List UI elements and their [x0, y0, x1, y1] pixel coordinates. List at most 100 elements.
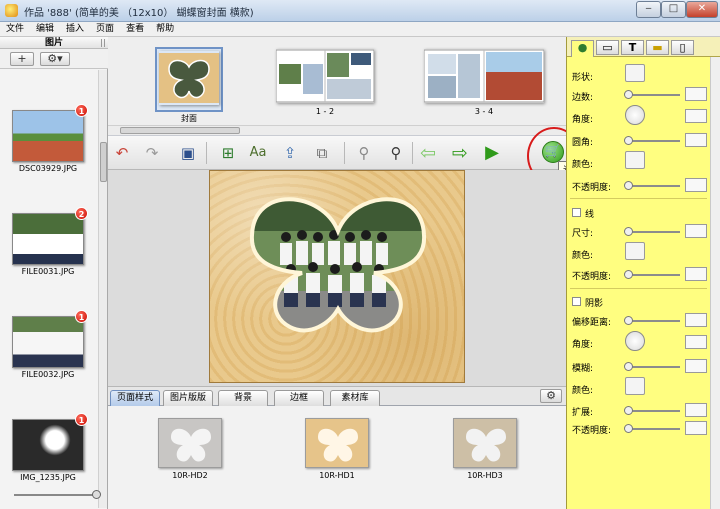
color-picker[interactable]	[625, 151, 645, 169]
shadow-checkbox[interactable]	[572, 297, 581, 306]
menu-page[interactable]: 页面	[90, 22, 120, 36]
add-text-icon[interactable]: Aa	[248, 143, 268, 163]
slider-knob[interactable]	[624, 270, 633, 279]
cover-thumbnail[interactable]	[159, 51, 219, 105]
shape-tab-icon[interactable]: ●	[571, 40, 594, 57]
template-thumbnail[interactable]	[305, 418, 369, 468]
close-button[interactable]: ✕	[686, 1, 718, 18]
zoom-out-icon[interactable]: ⚲	[354, 143, 374, 163]
tab-clipart[interactable]: 素材库	[330, 390, 380, 406]
spread-field[interactable]	[685, 403, 707, 417]
tab-background[interactable]: 背景	[218, 390, 268, 406]
slider-knob[interactable]	[92, 490, 101, 499]
save-icon[interactable]: ▣	[178, 143, 198, 163]
page-thumb-3-4[interactable]: 3 - 4	[423, 49, 545, 116]
photo-thumbnail[interactable]	[12, 213, 84, 265]
line-opacity-slider[interactable]	[624, 270, 680, 279]
tab-photo-layout[interactable]: 图片版版	[163, 390, 213, 406]
template-item[interactable]: 10R-HD1	[305, 418, 377, 480]
corner-slider[interactable]	[624, 136, 680, 145]
template-item[interactable]: 10R-HD3	[453, 418, 525, 480]
text-tab-icon[interactable]: T	[621, 40, 644, 55]
thumbnail-size-slider[interactable]	[14, 490, 101, 499]
photo-options-button[interactable]: ⚙▾	[40, 52, 70, 66]
template-thumbnail[interactable]	[453, 418, 517, 468]
angle-field[interactable]	[685, 109, 707, 123]
add-photo-box-icon[interactable]: ⊞	[218, 143, 238, 163]
page-thumb-cover[interactable]: 封面	[155, 47, 223, 124]
editing-canvas[interactable]	[108, 170, 566, 386]
slider-knob[interactable]	[624, 136, 633, 145]
copy-page-icon[interactable]: ⧉	[312, 143, 332, 163]
photos-scrollbar[interactable]	[98, 70, 107, 508]
shape-picker[interactable]	[625, 64, 645, 82]
cover-page[interactable]	[209, 170, 465, 383]
shadow-angle-field[interactable]	[685, 335, 707, 349]
opacity-slider[interactable]	[624, 181, 680, 190]
cover-design[interactable]	[210, 171, 465, 383]
minimize-button[interactable]: ‒	[636, 1, 661, 18]
photo-thumbnail[interactable]	[12, 419, 84, 471]
add-photo-button[interactable]: +	[10, 52, 34, 66]
frame-tab-icon[interactable]: ▭	[596, 40, 619, 55]
offset-field[interactable]	[685, 313, 707, 327]
ruler-tab-icon[interactable]: ▬	[646, 40, 669, 55]
menu-view[interactable]: 查看	[120, 22, 150, 36]
page-tab-icon[interactable]: ▯	[671, 40, 694, 55]
spread-slider[interactable]	[624, 406, 680, 415]
tab-options-button[interactable]: ⚙	[540, 389, 562, 403]
slider-knob[interactable]	[624, 227, 633, 236]
blur-slider[interactable]	[624, 362, 680, 371]
line-color-picker[interactable]	[625, 242, 645, 260]
tab-border[interactable]: 边框	[274, 390, 324, 406]
shadow-opacity-field[interactable]	[685, 421, 707, 435]
properties-scrollbar[interactable]	[710, 57, 720, 509]
line-checkbox[interactable]	[572, 208, 581, 217]
menu-help[interactable]: 帮助	[150, 22, 180, 36]
shadow-color-picker[interactable]	[625, 377, 645, 395]
tab-page-style[interactable]: 页面样式	[110, 390, 160, 406]
photo-item[interactable]: 1 FILE0032.JPG	[12, 310, 88, 379]
play-icon[interactable]: ▶	[482, 143, 502, 163]
menu-edit[interactable]: 编辑	[30, 22, 60, 36]
photo-item[interactable]: 1 DSC03929.JPG	[12, 104, 88, 173]
template-thumbnail[interactable]	[158, 418, 222, 468]
page-thumb-1-2[interactable]: 1 - 2	[275, 49, 375, 116]
photo-item[interactable]: 1 IMG_1235.JPG	[12, 413, 88, 482]
spread-thumbnail[interactable]	[423, 49, 545, 103]
scroll-thumb[interactable]	[120, 127, 240, 134]
slider-knob[interactable]	[624, 316, 633, 325]
slider-knob[interactable]	[624, 406, 633, 415]
previous-page-icon[interactable]: ⇦	[418, 143, 438, 163]
spread-thumbnail[interactable]	[275, 49, 375, 103]
margin-field[interactable]	[685, 87, 707, 101]
photo-thumbnail[interactable]	[12, 316, 84, 368]
shadow-opacity-slider[interactable]	[624, 424, 680, 433]
template-item[interactable]: 10R-HD2	[158, 418, 230, 480]
maximize-button[interactable]: □	[661, 1, 686, 18]
next-page-icon[interactable]: ⇨	[450, 143, 470, 163]
blur-field[interactable]	[685, 359, 707, 373]
slider-knob[interactable]	[624, 181, 633, 190]
angle-dial[interactable]	[625, 105, 645, 125]
shadow-angle-dial[interactable]	[625, 331, 645, 351]
photo-thumbnail[interactable]	[12, 110, 84, 162]
line-opacity-field[interactable]	[685, 267, 707, 281]
offset-slider[interactable]	[624, 316, 680, 325]
size-slider[interactable]	[624, 227, 680, 236]
opacity-field[interactable]	[685, 178, 707, 192]
menu-insert[interactable]: 插入	[60, 22, 90, 36]
undo-icon[interactable]: ↶	[112, 143, 132, 163]
margin-slider[interactable]	[624, 90, 680, 99]
photo-item[interactable]: 2 FILE0031.JPG	[12, 207, 88, 276]
zoom-in-icon[interactable]: ⚲	[386, 143, 406, 163]
scroll-thumb[interactable]	[100, 142, 107, 182]
corner-field[interactable]	[685, 133, 707, 147]
panel-grip[interactable]	[101, 39, 105, 47]
page-layout-icon[interactable]: ⇪	[280, 143, 300, 163]
slider-knob[interactable]	[624, 90, 633, 99]
size-field[interactable]	[685, 224, 707, 238]
slider-knob[interactable]	[624, 362, 633, 371]
redo-icon[interactable]: ↷	[142, 143, 162, 163]
page-strip-scrollbar[interactable]	[108, 125, 566, 135]
